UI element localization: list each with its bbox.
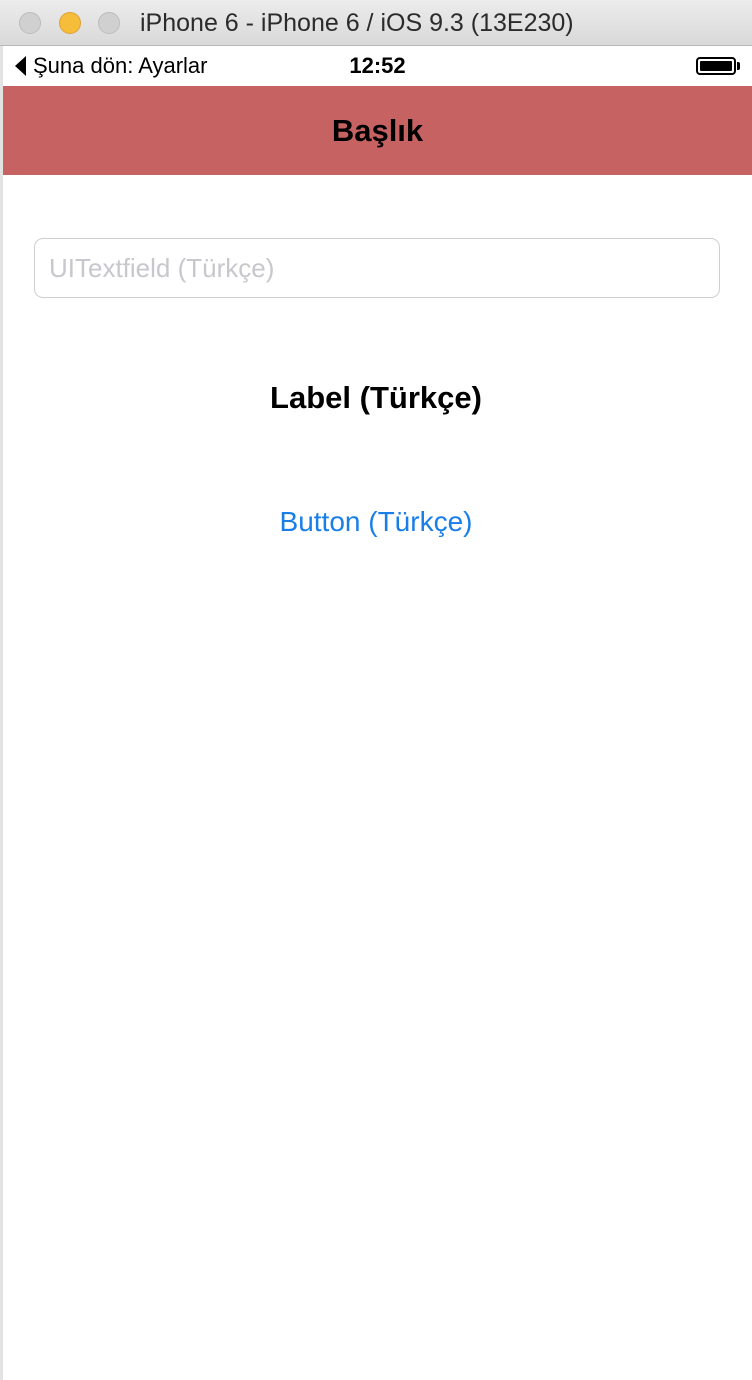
window-title: iPhone 6 - iPhone 6 / iOS 9.3 (13E230): [140, 9, 574, 37]
nav-title: Başlık: [331, 113, 424, 148]
content-button[interactable]: Button (Türkçe): [0, 506, 752, 538]
status-bar-time: 12:52: [349, 53, 406, 78]
battery-level-fill: [700, 61, 732, 71]
zoom-window-button[interactable]: [98, 12, 120, 34]
battery-icon: [696, 57, 740, 75]
status-bar: Şuna dön: Ayarlar 12:52: [3, 46, 752, 86]
minimize-window-button[interactable]: [59, 12, 81, 34]
text-field[interactable]: [34, 238, 720, 298]
close-window-button[interactable]: [19, 12, 41, 34]
content-label: Label (Türkçe): [270, 380, 482, 415]
window-left-edge: [0, 46, 3, 1380]
navigation-bar: Başlık: [3, 86, 752, 175]
window-title-bar: iPhone 6 - iPhone 6 / iOS 9.3 (13E230): [0, 0, 752, 46]
simulator-window: iPhone 6 - iPhone 6 / iOS 9.3 (13E230) Ş…: [0, 0, 752, 1380]
